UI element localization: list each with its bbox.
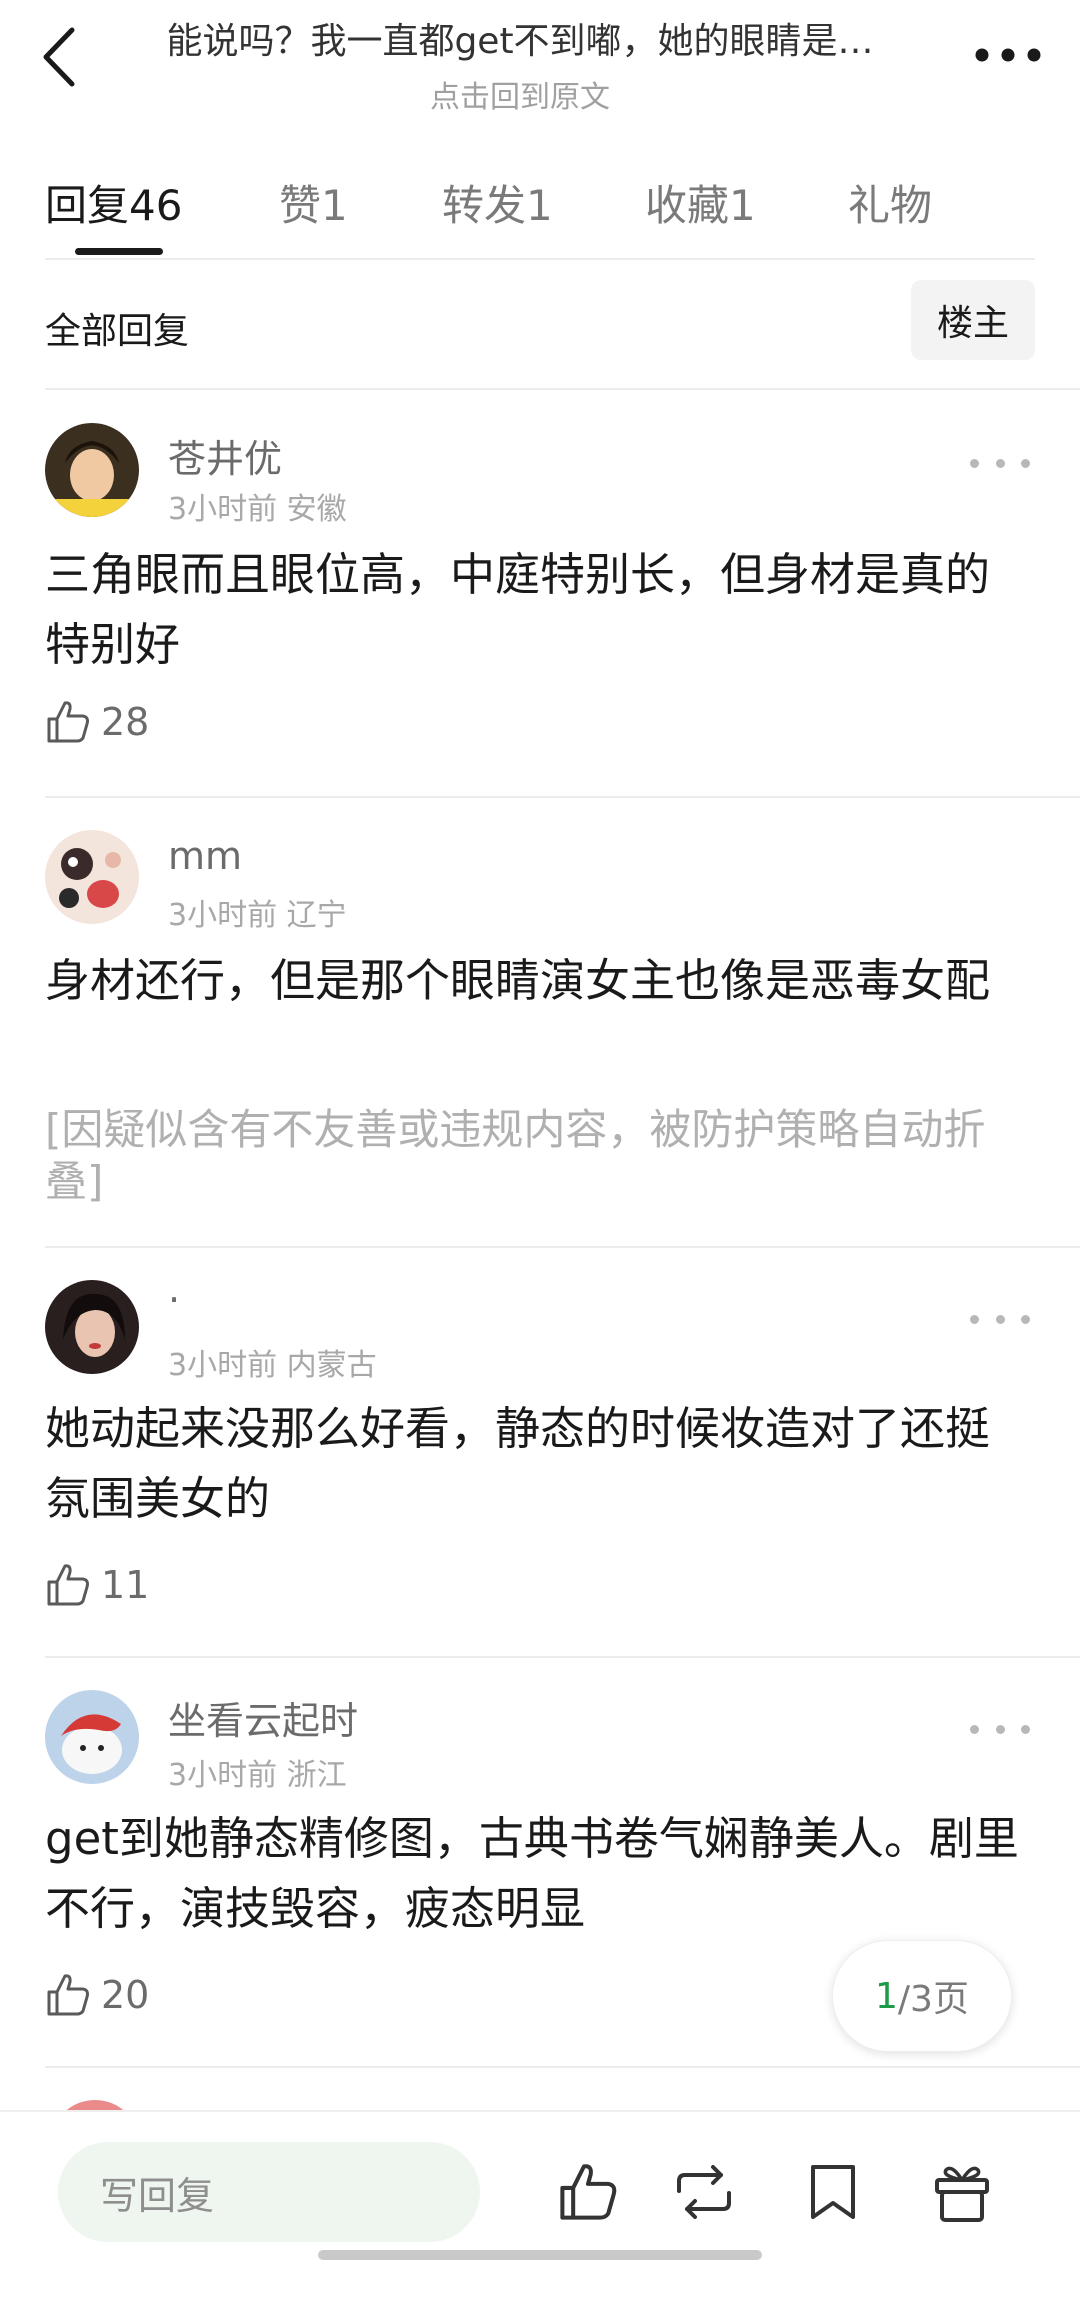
comment-text: 身材还行，但是那个眼睛演女主也像是恶毒女配 <box>45 954 991 1007</box>
comment-location: 内蒙古 <box>286 1348 377 1383</box>
tab-replies[interactable]: 回复46 <box>45 172 182 233</box>
comment-meta: 3小时前 内蒙古 <box>168 1340 377 1384</box>
comment-text: 她动起来没那么好看，静态的时候妆造对了还挺氛围美女的 <box>45 1402 991 1525</box>
username[interactable]: mm <box>168 834 242 878</box>
tab-label: 转发 <box>442 181 527 230</box>
comment-more-button[interactable] <box>970 1714 1030 1744</box>
comment-item: mm 3小时前 辽宁 身材还行，但是那个眼睛演女主也像是恶毒女配 [因疑似含有不… <box>0 798 1080 1248</box>
tab-favorites[interactable]: 收藏1 <box>645 172 756 233</box>
comment-text: get到她静态精修图，古典书卷气娴静美人。剧里不行，演技毁容，疲态明显 <box>45 1812 1019 1935</box>
comment-location: 浙江 <box>286 1758 347 1793</box>
avatar-image <box>45 1690 139 1784</box>
back-to-post-link[interactable]: 点击回到原文 <box>120 72 920 116</box>
thumbs-up-icon <box>47 701 89 743</box>
folded-notice: [因疑似含有不友善或违规内容，被防护策略自动折叠] <box>45 1105 986 1206</box>
dot <box>1021 458 1030 468</box>
tab-label: 赞 <box>279 181 322 230</box>
owner-only-button[interactable]: 楼主 <box>911 280 1035 360</box>
comment-time: 3小时前 <box>168 898 278 933</box>
comment-item: · 3小时前 内蒙古 她动起来没那么好看，静态的时候妆造对了还挺氛围美女的 11 <box>0 1248 1080 1658</box>
filter-bar: 全部回复 楼主 <box>0 262 1080 390</box>
tab-label: 回复 <box>45 181 130 230</box>
divider <box>45 258 1035 260</box>
dot <box>995 1724 1005 1734</box>
gift-icon <box>935 2166 989 2222</box>
reply-input[interactable]: 写回复 <box>58 2142 480 2242</box>
active-tab-indicator <box>75 248 163 255</box>
username[interactable]: 坐看云起时 <box>168 1690 358 1745</box>
bottom-action-bar: 写回复 <box>0 2110 1080 2308</box>
tab-count: 1 <box>321 181 348 230</box>
thumbs-up-icon <box>47 1974 89 2016</box>
avatar[interactable] <box>45 1690 139 1784</box>
more-horizontal-icon <box>975 48 1041 62</box>
dot <box>1021 1724 1030 1734</box>
chevron-left-icon <box>43 27 75 87</box>
post-title-block[interactable]: 能说吗？我一直都get不到嘟，她的眼睛是… 点击回到原文 <box>120 12 920 116</box>
tab-count: 1 <box>729 181 756 230</box>
avatar-image <box>45 1280 139 1374</box>
tab-bar: 回复46 赞1 转发1 收藏1 礼物 <box>45 150 1035 260</box>
like-button[interactable]: 28 <box>45 695 149 749</box>
avatar[interactable] <box>45 830 139 924</box>
current-page: 1 <box>875 1975 898 2017</box>
repost-button[interactable] <box>664 2144 744 2240</box>
tab-gifts[interactable]: 礼物 <box>848 172 932 233</box>
gift-button[interactable] <box>922 2144 1002 2240</box>
comment-time: 3小时前 <box>168 1348 278 1383</box>
home-indicator <box>318 2250 762 2260</box>
comment-more-button[interactable] <box>970 448 1030 478</box>
tab-likes[interactable]: 赞1 <box>279 172 348 233</box>
like-post-button[interactable] <box>548 2144 628 2240</box>
top-bar: 能说吗？我一直都get不到嘟，她的眼睛是… 点击回到原文 <box>0 0 1080 120</box>
comment-meta: 3小时前 辽宁 <box>168 890 347 934</box>
comment-text: 三角眼而且眼位高，中庭特别长，但身材是真的特别好 <box>45 548 991 671</box>
tab-label: 礼物 <box>848 181 933 230</box>
repost-icon <box>677 2165 731 2219</box>
more-button[interactable] <box>968 30 1048 80</box>
post-title: 能说吗？我一直都get不到嘟，她的眼睛是… <box>166 21 874 62</box>
divider <box>45 2066 1080 2068</box>
comment-location: 辽宁 <box>286 898 347 933</box>
avatar[interactable] <box>45 423 139 517</box>
bookmark-icon <box>811 2165 855 2219</box>
all-replies-label: 全部回复 <box>45 311 190 352</box>
tab-count: 46 <box>129 181 183 230</box>
avatar-image <box>45 423 139 517</box>
bookmark-button[interactable] <box>793 2144 873 2240</box>
tab-label: 收藏 <box>645 181 730 230</box>
thumbs-up-icon <box>47 1564 89 1606</box>
username[interactable]: · <box>168 1278 180 1322</box>
dot <box>970 458 979 468</box>
comment-time: 3小时前 <box>168 1758 278 1793</box>
comment-location: 安徽 <box>286 492 347 527</box>
like-count: 11 <box>101 1563 150 1607</box>
dot <box>970 1724 979 1734</box>
like-button[interactable]: 11 <box>45 1558 149 1612</box>
avatar-image <box>45 830 139 924</box>
comment-more-button[interactable] <box>970 1304 1030 1334</box>
dot <box>995 1314 1005 1324</box>
dot <box>995 458 1005 468</box>
page-indicator[interactable]: 1/3页 <box>832 1940 1012 2052</box>
avatar[interactable] <box>45 1280 139 1374</box>
total-pages: /3页 <box>897 1979 969 2020</box>
thumbs-up-icon <box>560 2164 617 2220</box>
like-button[interactable]: 20 <box>45 1968 149 2022</box>
comment-meta: 3小时前 安徽 <box>168 484 347 528</box>
like-count: 28 <box>101 700 150 744</box>
back-button[interactable] <box>30 22 90 92</box>
tab-reposts[interactable]: 转发1 <box>442 172 553 233</box>
username[interactable]: 苍井优 <box>168 428 282 483</box>
dot <box>1021 1314 1030 1324</box>
comment-time: 3小时前 <box>168 492 278 527</box>
dot <box>970 1314 979 1324</box>
comment-item: 苍井优 3小时前 安徽 三角眼而且眼位高，中庭特别长，但身材是真的特别好 28 <box>0 390 1080 798</box>
comment-meta: 3小时前 浙江 <box>168 1750 347 1794</box>
like-count: 20 <box>101 1973 150 2017</box>
tab-count: 1 <box>526 181 553 230</box>
